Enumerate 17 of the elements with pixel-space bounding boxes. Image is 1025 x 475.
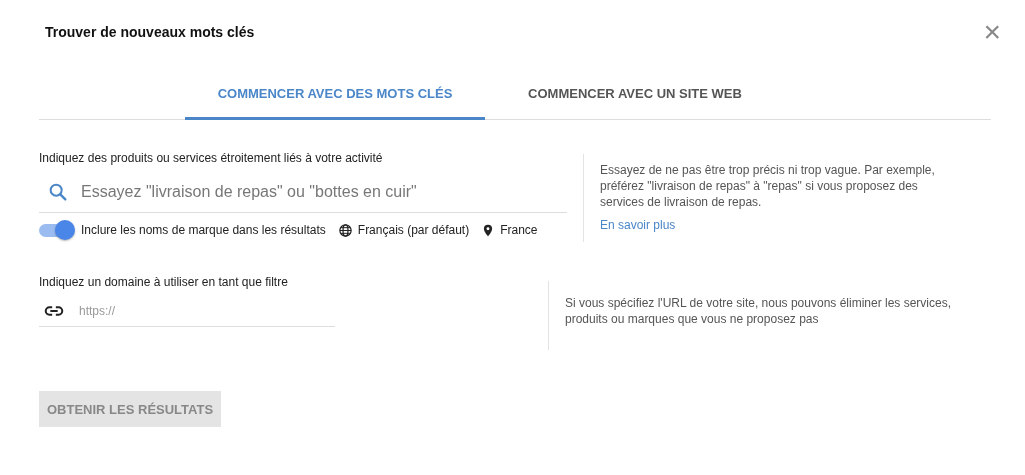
location-selector[interactable]: France — [500, 223, 538, 237]
language-selector[interactable]: Français (par défaut) — [357, 223, 470, 237]
toggle-label: Inclure les noms de marque dans les résultats — [81, 223, 326, 237]
dialog-title: Trouver de nouveaux mots clés — [45, 24, 255, 40]
help-text: Essayez de ne pas être trop précis ni trop vague. Par exemple, préférez "livraison de repas" à "repas" si vous proposez des services de livraison de repas. — [600, 162, 936, 210]
tab[interactable]: COMMENCER AVEC UN SITE WEB — [485, 64, 785, 120]
domain-field[interactable]: https:// — [77, 303, 335, 319]
close-button[interactable]: × — [983, 18, 1001, 46]
search-icon — [47, 181, 69, 203]
learn-more-link[interactable]: En savoir plus — [600, 218, 676, 232]
help-text: Si vous spécifiez l'URL de votre site, nous pouvons éliminer les services, produits ou marques que vous ne proposez pas — [565, 295, 952, 327]
keyword-field[interactable]: Essayez "livraison de repas" ou "bottes en cuir" — [79, 182, 567, 202]
tab[interactable]: COMMENCER AVEC DES MOTS CLÉS — [185, 64, 485, 120]
field-label: Indiquez un domaine à utiliser en tant que filtre — [39, 275, 289, 289]
brand-toggle[interactable] — [39, 219, 75, 241]
field-label: Indiquez des produits ou services étroitement liés à votre activité — [39, 151, 384, 165]
globe-icon — [337, 222, 353, 238]
